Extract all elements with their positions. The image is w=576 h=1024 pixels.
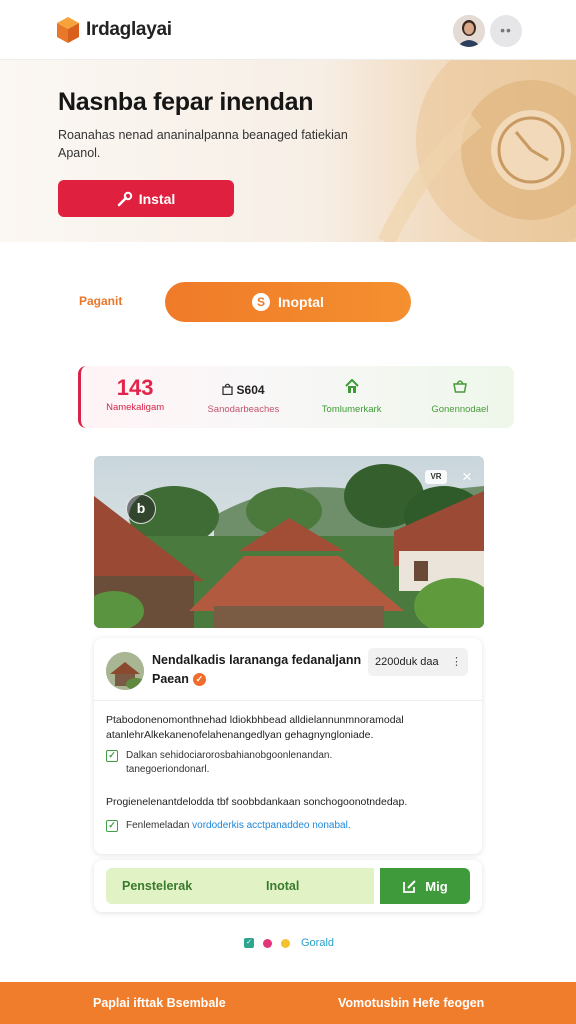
stat-item[interactable]: 143 Namekaligam (81, 366, 189, 428)
install-button[interactable]: Instal (58, 180, 234, 217)
more-options-button[interactable]: •• (490, 15, 522, 47)
pager: ✓ Gorald (244, 937, 334, 949)
item-title: Nendalkadis larananga fedanaljann (152, 653, 362, 667)
kebab-icon[interactable]: ⋮ (451, 648, 462, 676)
progress-text: Progienelenantdelodda tbf soobbdankaan s… (106, 796, 408, 808)
stat-value: S604 (236, 383, 265, 397)
checklist-item[interactable]: ✓ Dalkan sehidociarorosbahianobgoonlenan… (106, 749, 406, 777)
pager-dot-icon[interactable]: ✓ (244, 938, 254, 948)
detail-card: Nendalkadis larananga fedanaljann Paean ✓… (94, 638, 482, 854)
stat-label: Sanodarbeaches (207, 404, 280, 415)
vr-chip[interactable]: VR (425, 470, 447, 484)
install-button-label: Instal (138, 190, 176, 207)
primary-action-label: Mig (425, 878, 448, 894)
bag-icon (222, 383, 233, 396)
edit-icon (403, 879, 417, 893)
size-value: 2200duk daa (375, 656, 439, 668)
cart-icon (452, 380, 467, 393)
hero-subtitle: Roanahas nenad ananinalpanna beanaged fa… (58, 128, 348, 160)
secondary-action-center: Inotal (266, 879, 300, 893)
action-bar: Penstelerak Inotal Mig (94, 860, 482, 912)
stat-label: Gonennodael (431, 404, 489, 415)
pager-label[interactable]: Gorald (301, 937, 334, 949)
checklist-text: Fenlemeladan (126, 820, 190, 831)
stat-item[interactable]: S604 Sanodarbeaches (189, 366, 297, 428)
install-pill-button[interactable]: S Inoptal (165, 282, 411, 322)
item-subtitle: Paean (152, 672, 189, 686)
stat-label: Tomlumerkark (321, 404, 382, 415)
check-icon: ✓ (106, 820, 118, 832)
box-icon (57, 17, 79, 43)
user-avatar[interactable] (453, 15, 485, 47)
stat-label: Namekaligam (106, 402, 165, 413)
checklist-link[interactable]: vordoderkis acctpanaddeo nonabal. (192, 820, 350, 831)
hero-title: Nasnba fepar inendan (58, 88, 314, 116)
stats-panel: 143 Namekaligam S604 Sanodarbeaches Toml… (78, 366, 514, 428)
install-row-label: Paganit (79, 294, 123, 308)
install-pill-label: Inoptal (278, 294, 324, 310)
pager-dot[interactable] (281, 938, 290, 948)
divider (94, 700, 482, 701)
stat-item[interactable]: Tomlumerkark (298, 366, 406, 428)
checklist-item[interactable]: ✓ Fenlemeladan vordoderkis acctpanaddeo … (106, 819, 476, 833)
secondary-action-button[interactable]: Penstelerak Inotal (106, 868, 374, 904)
footer-link-right[interactable]: Vomotusbin Hefe feogen (338, 996, 484, 1010)
wrench-icon (117, 191, 132, 206)
pager-dot[interactable] (263, 938, 272, 948)
check-icon: ✓ (106, 750, 118, 762)
install-pill-icon: S (252, 293, 271, 311)
property-thumbnail (106, 652, 144, 690)
hero-illustration (377, 60, 576, 242)
primary-action-button[interactable]: Mig (380, 868, 470, 904)
home-icon (344, 378, 359, 393)
stat-value: 143 (116, 375, 154, 400)
app-title: Irdaglayai (86, 19, 172, 40)
close-icon[interactable]: × (457, 467, 477, 487)
hero-banner: Nasnba fepar inendan Roanahas nenad anan… (0, 60, 576, 242)
footer-bar: Paplai ifttak Bsembale Vomotusbin Hefe f… (0, 982, 576, 1024)
item-description: Ptabodonenomonthnehad ldiokbhbead alldie… (106, 714, 404, 741)
verified-icon: ✓ (192, 673, 206, 686)
size-chip[interactable]: 2200duk daa ⋮ (368, 648, 468, 676)
app-header: Irdaglayai •• (0, 0, 576, 60)
stat-item[interactable]: Gonennodael (406, 366, 514, 428)
footer-link-left[interactable]: Paplai ifttak Bsembale (93, 996, 226, 1010)
photo-badge-icon[interactable]: b (126, 494, 156, 524)
secondary-action-label: Penstelerak (122, 879, 193, 893)
checklist-text: Dalkan sehidociarorosbahianobgoonlenanda… (126, 750, 333, 775)
